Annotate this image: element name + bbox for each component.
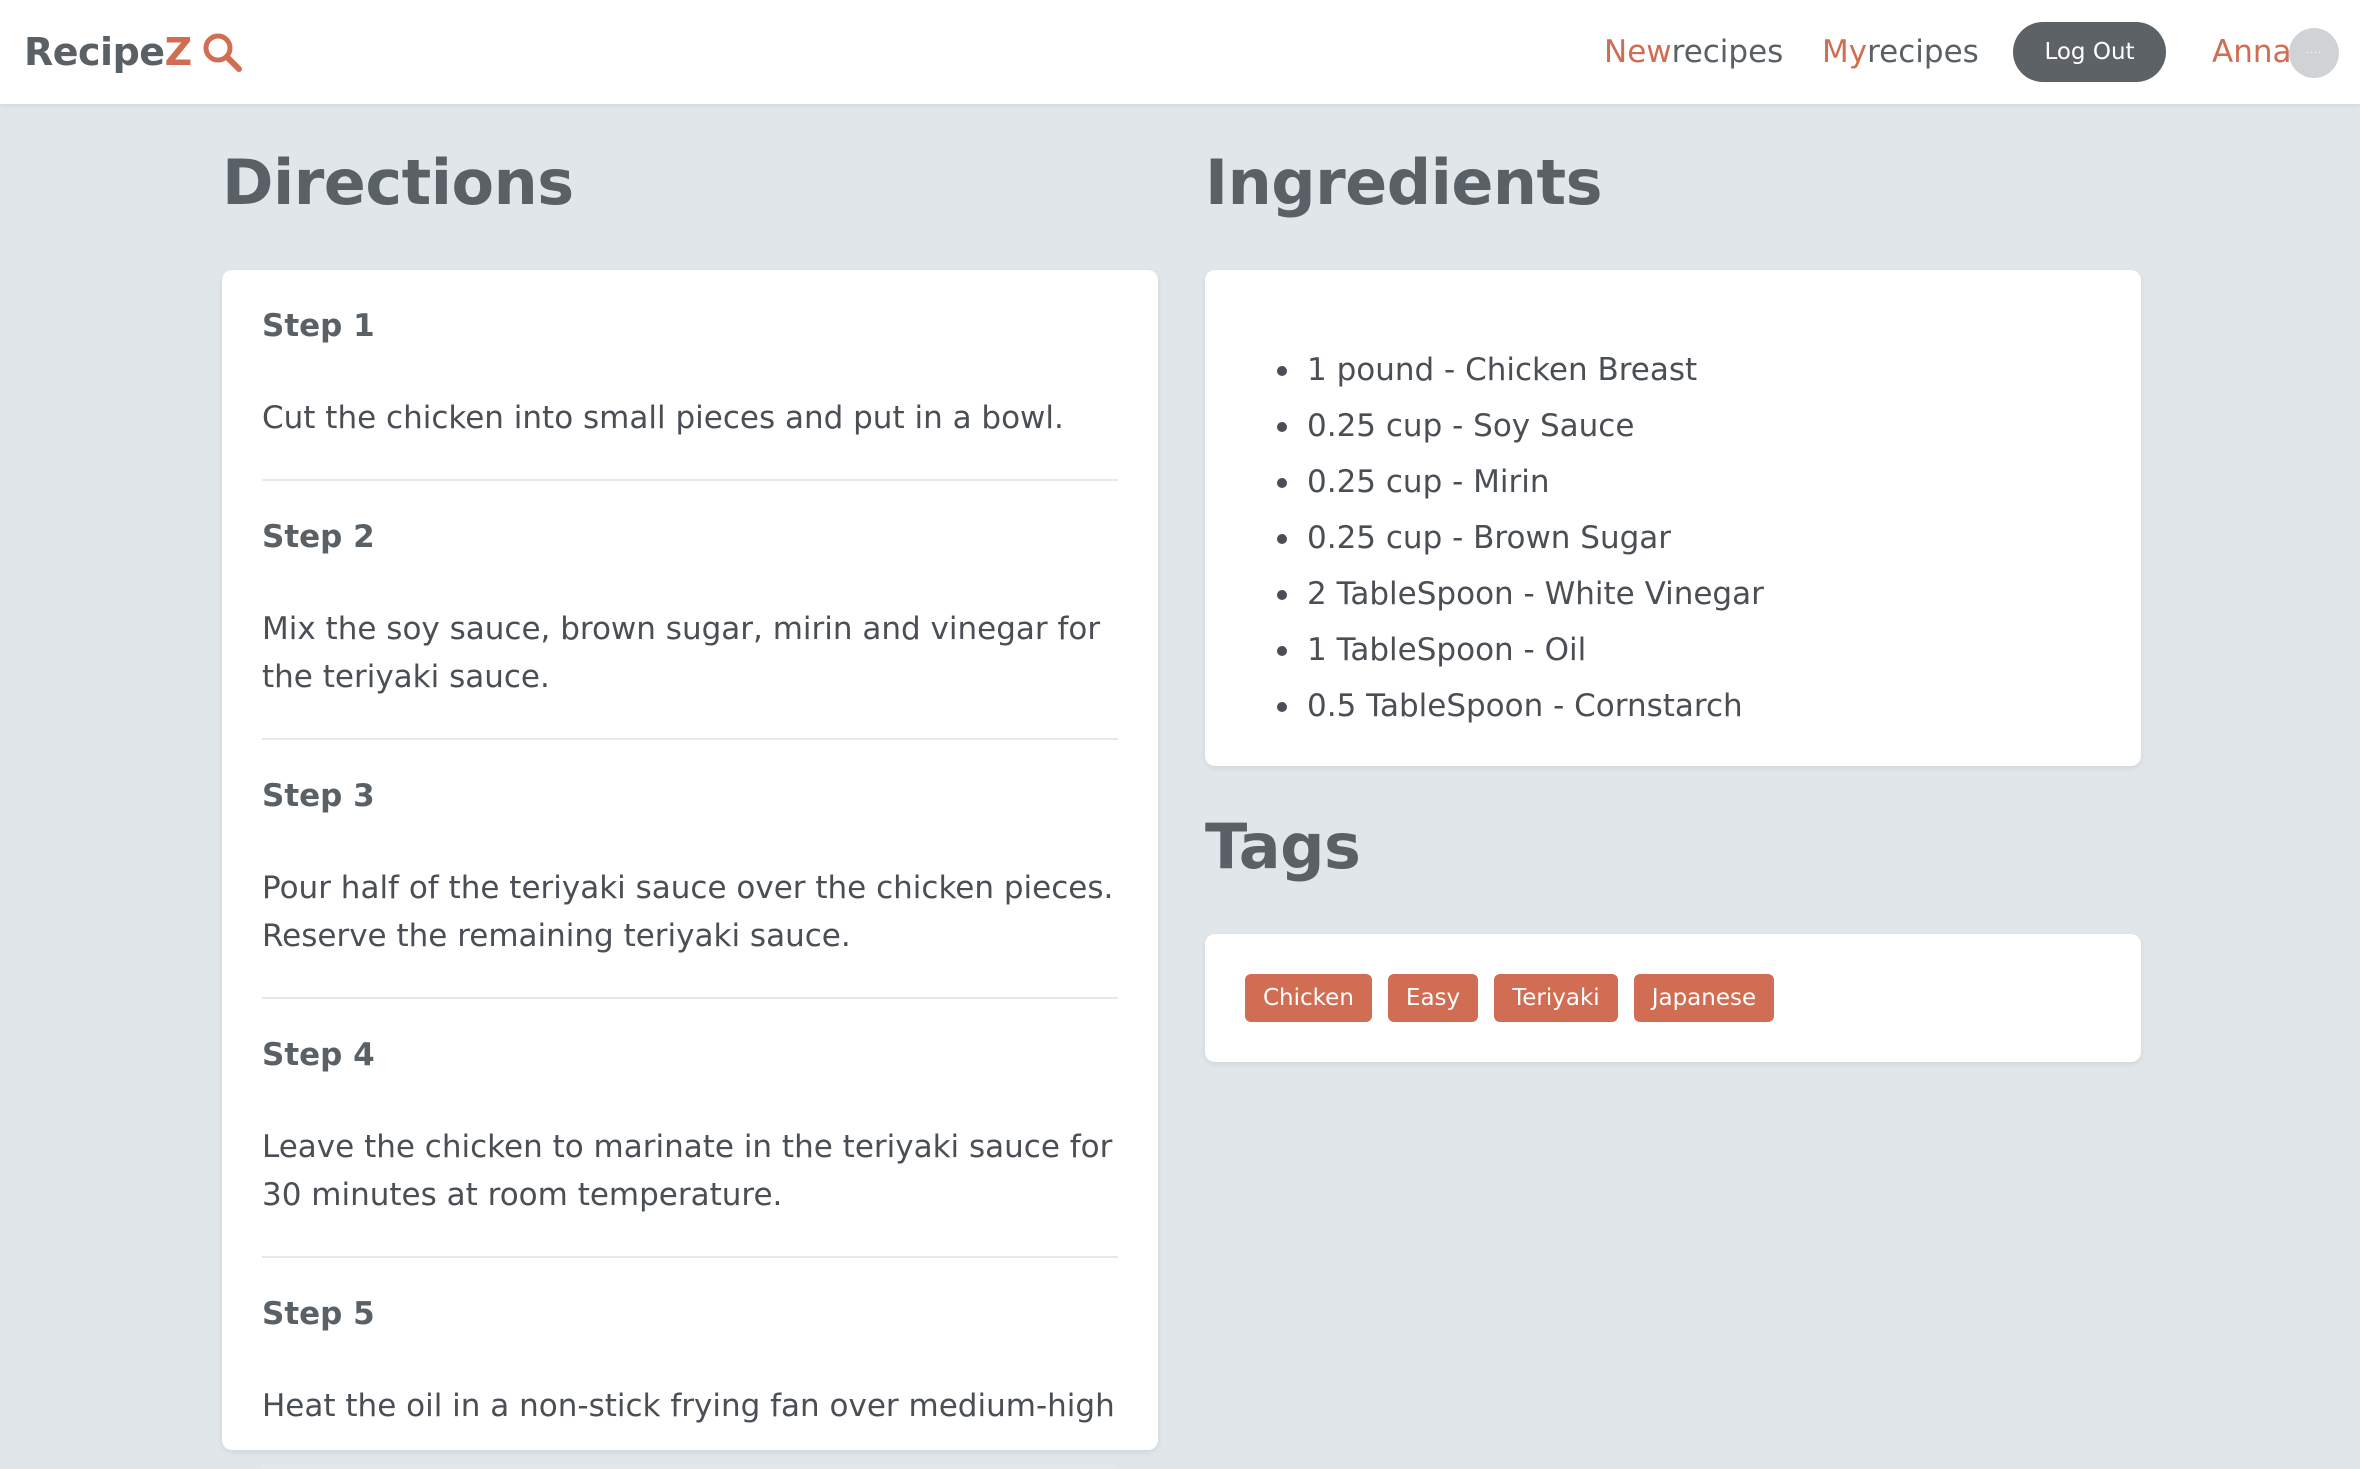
nav-new-accent: New: [1604, 34, 1672, 70]
tag-list: Chicken Easy Teriyaki Japanese: [1245, 974, 1775, 1022]
ingredient-item: 0.25 cup - Mirin: [1267, 454, 1764, 510]
tag-chicken[interactable]: Chicken: [1245, 974, 1372, 1022]
top-navbar: Recipe Z New recipes My recipes Log Out An…: [0, 0, 2360, 104]
logout-button[interactable]: Log Out: [2013, 22, 2166, 82]
step-text: Leave the chicken to marinate in the ter…: [262, 1129, 1113, 1213]
nav-my-rest: recipes: [1867, 34, 1979, 70]
nav-my-recipes-link[interactable]: My recipes: [1822, 0, 1979, 104]
step-item: Step 4 Leave the chicken to marinate in …: [262, 999, 1118, 1258]
step-item: Step 1 Cut the chicken into small pieces…: [262, 270, 1118, 481]
search-icon: [200, 30, 244, 74]
step-item: Step 2 Mix the soy sauce, brown sugar, m…: [262, 481, 1118, 740]
ingredient-item: 0.25 cup - Soy Sauce: [1267, 398, 1764, 454]
avatar[interactable]: ····: [2289, 28, 2339, 78]
step-text: Mix the soy sauce, brown sugar, mirin an…: [262, 611, 1101, 695]
ingredient-item: 0.25 cup - Brown Sugar: [1267, 510, 1764, 566]
step-item: Step 3 Pour half of the teriyaki sauce o…: [262, 740, 1118, 999]
user-name[interactable]: Anna: [2212, 0, 2292, 104]
nav-new-recipes-link[interactable]: New recipes: [1604, 0, 1783, 104]
nav-new-rest: recipes: [1671, 34, 1784, 70]
brand-name-part2: Z: [164, 30, 193, 74]
step-title: Step 5: [262, 1296, 375, 1332]
brand-name-part1: Recipe: [24, 30, 165, 74]
tag-teriyaki[interactable]: Teriyaki: [1494, 974, 1618, 1022]
directions-heading: Directions: [222, 146, 574, 219]
ingredient-item: 2 TableSpoon - White Vinegar: [1267, 566, 1764, 622]
step-item: Step 5 Heat the oil in a non-stick fryin…: [262, 1258, 1118, 1469]
directions-card: Step 1 Cut the chicken into small pieces…: [222, 270, 1158, 1469]
tags-card: Chicken Easy Teriyaki Japanese: [1205, 934, 2141, 1062]
ingredient-item: 1 TableSpoon - Oil: [1267, 622, 1764, 678]
ingredients-list: 1 pound - Chicken Breast 0.25 cup - Soy …: [1267, 342, 1764, 734]
step-title: Step 3: [262, 778, 375, 814]
tags-heading: Tags: [1205, 810, 1361, 883]
step-title: Step 1: [262, 308, 375, 344]
step-text: Pour half of the teriyaki sauce over the…: [262, 870, 1114, 954]
ingredients-heading: Ingredients: [1205, 146, 1603, 219]
avatar-placeholder: ····: [2305, 47, 2323, 59]
tag-japanese[interactable]: Japanese: [1633, 974, 1775, 1022]
brand-logo[interactable]: Recipe Z: [24, 0, 244, 104]
nav-my-accent: My: [1822, 34, 1868, 70]
ingredient-item: 1 pound - Chicken Breast: [1267, 342, 1764, 398]
step-text: Cut the chicken into small pieces and pu…: [262, 400, 1064, 436]
step-title: Step 4: [262, 1037, 375, 1073]
tag-easy[interactable]: Easy: [1387, 974, 1479, 1022]
step-title: Step 2: [262, 519, 375, 555]
step-text: Heat the oil in a non-stick frying fan o…: [262, 1388, 1115, 1424]
ingredients-card: 1 pound - Chicken Breast 0.25 cup - Soy …: [1205, 270, 2141, 766]
ingredient-item: 0.5 TableSpoon - Cornstarch: [1267, 678, 1764, 734]
